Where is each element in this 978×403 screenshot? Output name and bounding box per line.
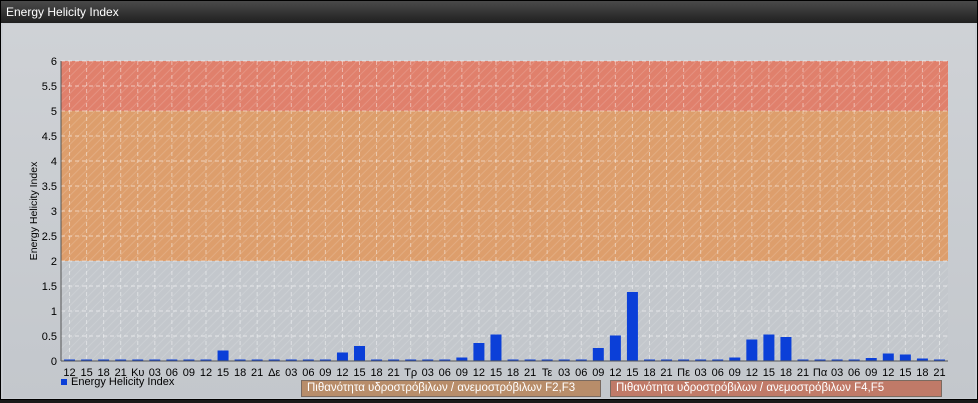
bar-31 xyxy=(592,348,604,361)
bar-40 xyxy=(746,339,758,361)
x-tick-label: 21 xyxy=(660,367,672,379)
x-tick-label: 18 xyxy=(370,367,382,379)
bar-42 xyxy=(780,337,792,361)
window-title: Energy Helicity Index xyxy=(1,1,977,23)
x-tick-label: 18 xyxy=(507,367,519,379)
chart-legend: Energy Helicity Index xyxy=(61,376,174,388)
x-tick-label: 21 xyxy=(524,367,536,379)
bar-32 xyxy=(609,335,621,361)
x-tick-label: 12 xyxy=(473,367,485,379)
x-tick-label: 06 xyxy=(302,367,314,379)
x-tick-label: 09 xyxy=(456,367,468,379)
bar-16 xyxy=(336,352,348,361)
y-tick-label: 5.5 xyxy=(42,81,57,93)
y-tick-label: 1.5 xyxy=(42,281,57,293)
x-tick-label: 15 xyxy=(626,367,638,379)
x-tick-label: Τε xyxy=(542,367,553,379)
band-legend-f2-f3: Πιθανότητα υδροστρόβιλων / ανεμοστρόβιλω… xyxy=(301,380,601,397)
y-tick-label: 6 xyxy=(51,56,57,68)
x-tick-label: 06 xyxy=(439,367,451,379)
band-legend-f4-f5: Πιθανότητα υδροστρόβιλων / ανεμοστρόβιλω… xyxy=(610,380,942,397)
x-tick-label: 06 xyxy=(848,367,860,379)
chart-panel: 0 0.5 1 1.5 2 2.5 3 3.5 4 4.5 5 5.5 6 12 15 18 21 Κυ 03 06 0… xyxy=(3,24,975,398)
x-tick-label: 18 xyxy=(916,367,928,379)
x-tick-label: 15 xyxy=(899,367,911,379)
x-tick-label: 09 xyxy=(319,367,331,379)
x-tick-label: 12 xyxy=(609,367,621,379)
x-tick-label: 21 xyxy=(388,367,400,379)
y-axis-label: Energy Helicity Index xyxy=(28,161,40,260)
x-tick-label: 12 xyxy=(882,367,894,379)
bar-48 xyxy=(882,353,894,361)
bar-49 xyxy=(899,354,911,361)
x-tick-label: 18 xyxy=(234,367,246,379)
x-tick-label: 15 xyxy=(490,367,502,379)
x-tick-label: Τρ xyxy=(404,367,417,379)
y-tick-label: 3.5 xyxy=(42,181,57,193)
bar-41 xyxy=(763,334,775,361)
y-tick-label: 0.5 xyxy=(42,331,57,343)
bar-33 xyxy=(626,292,638,361)
x-tick-label: Δε xyxy=(268,367,280,379)
x-tick-label: 21 xyxy=(933,367,945,379)
bar-9 xyxy=(217,350,229,361)
x-tick-label: 12 xyxy=(200,367,212,379)
y-tick-label: 2 xyxy=(51,256,57,268)
bar-25 xyxy=(490,334,502,361)
legend-swatch xyxy=(61,379,67,385)
x-tick-label: 09 xyxy=(729,367,741,379)
x-tick-label: 18 xyxy=(780,367,792,379)
y-tick-label: 0 xyxy=(51,356,57,368)
x-tick-label: Πε xyxy=(677,367,690,379)
x-tick-label: 06 xyxy=(712,367,724,379)
bar-23 xyxy=(456,357,468,361)
x-tick-label: 06 xyxy=(575,367,587,379)
y-tick-label: 4 xyxy=(51,156,57,168)
x-tick-label: 03 xyxy=(831,367,843,379)
y-tick-label: 4.5 xyxy=(42,131,57,143)
chart-window: Energy Helicity Index 0 0.5 1 1.5 2 2.5 3 3.5 4 4… xyxy=(0,0,978,400)
x-tick-label: 15 xyxy=(763,367,775,379)
x-tick-label: 15 xyxy=(217,367,229,379)
x-tick-label: 12 xyxy=(336,367,348,379)
x-tick-label: 18 xyxy=(643,367,655,379)
bar-24 xyxy=(473,343,485,361)
y-tick-label: 2.5 xyxy=(42,231,57,243)
y-tick-label: 1 xyxy=(51,306,57,318)
x-tick-label: 03 xyxy=(558,367,570,379)
x-tick-label: 09 xyxy=(183,367,195,379)
x-tick-label: 15 xyxy=(353,367,365,379)
x-tick-label: 03 xyxy=(695,367,707,379)
x-tick-label: Πα xyxy=(813,367,828,379)
x-tick-label: 09 xyxy=(592,367,604,379)
x-tick-label: 09 xyxy=(865,367,877,379)
x-tick-label: 03 xyxy=(285,367,297,379)
y-tick-label: 5 xyxy=(51,106,57,118)
x-tick-label: 21 xyxy=(251,367,263,379)
ehi-bar-chart: 00.511.522.533.544.555.5612 15 18 21 Κυ 03 06 0… xyxy=(28,56,948,379)
x-tick-label: 03 xyxy=(422,367,434,379)
x-tick-label: 12 xyxy=(746,367,758,379)
y-tick-label: 3 xyxy=(51,206,57,218)
x-tick-label: 21 xyxy=(797,367,809,379)
bar-39 xyxy=(729,357,741,361)
legend-label: Energy Helicity Index xyxy=(71,376,175,388)
bar-17 xyxy=(354,346,366,361)
